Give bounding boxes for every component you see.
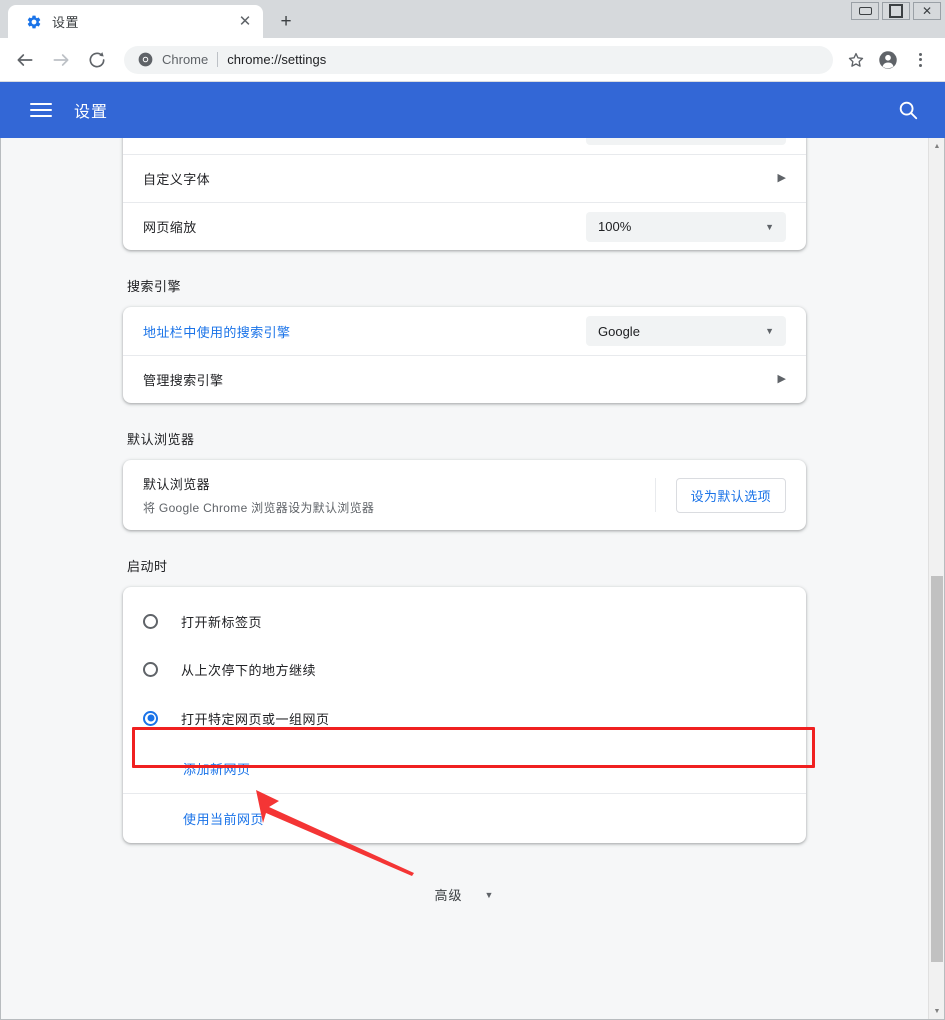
address-bar-search-engine-row[interactable]: 地址栏中使用的搜索引擎 Google ▼	[123, 307, 806, 355]
window-controls: ✕	[851, 2, 941, 20]
manage-search-engines-row[interactable]: 管理搜索引擎 ▶	[123, 355, 806, 403]
default-browser-section: 默认浏览器 默认浏览器 将 Google Chrome 浏览器设为默认浏览器 设…	[123, 403, 806, 530]
radio-unchecked-icon[interactable]	[143, 662, 158, 677]
minimize-button[interactable]	[851, 2, 879, 20]
omnibox-divider	[217, 52, 218, 67]
startup-option-new-tab[interactable]: 打开新标签页	[123, 587, 806, 645]
startup-card: 打开新标签页 从上次停下的地方继续 打开特定网页或一组网页 添加新网页 使用当前…	[123, 587, 806, 843]
three-dot-menu-icon[interactable]	[905, 45, 935, 75]
set-as-default-button[interactable]: 设为默认选项	[676, 478, 786, 513]
chevron-right-icon: ▶	[778, 374, 786, 385]
omnibox-url-text: chrome://settings	[227, 52, 326, 67]
back-icon[interactable]	[10, 45, 40, 75]
address-bar-search-engine-label: 地址栏中使用的搜索引擎	[143, 322, 290, 341]
default-browser-texts: 默认浏览器 将 Google Chrome 浏览器设为默认浏览器	[143, 474, 655, 516]
chevron-down-icon: ▼	[765, 222, 774, 232]
search-engine-select[interactable]: Google ▼	[586, 316, 786, 346]
customize-fonts-label: 自定义字体	[143, 169, 210, 188]
search-engine-section: 搜索引擎 地址栏中使用的搜索引擎 Google ▼ 管理搜索引擎	[123, 250, 806, 403]
chevron-down-icon: ▼	[765, 326, 774, 336]
bookmark-star-icon[interactable]	[841, 45, 871, 75]
use-current-pages-link[interactable]: 使用当前网页	[123, 793, 806, 843]
chrome-logo-icon	[138, 52, 153, 67]
search-engine-section-title: 搜索引擎	[123, 276, 806, 307]
chevron-right-icon: ▶	[778, 173, 786, 184]
omnibox-scheme-label: Chrome	[162, 52, 208, 67]
scrollbar-up-icon[interactable]: ▲	[929, 138, 945, 154]
vertical-divider	[655, 478, 656, 512]
default-browser-row-subtitle: 将 Google Chrome 浏览器设为默认浏览器	[143, 499, 655, 516]
page-zoom-value: 100%	[598, 219, 631, 234]
settings-inner-column: 字号 中（推荐） ▼ 自定义字体 ▶ 网页缩放	[123, 138, 806, 904]
chevron-down-icon: ▼	[485, 890, 495, 900]
page-title: 设置	[74, 98, 108, 122]
reload-icon[interactable]	[82, 45, 112, 75]
settings-content-area: 字号 中（推荐） ▼ 自定义字体 ▶ 网页缩放	[0, 138, 945, 1020]
new-tab-button[interactable]: +	[271, 6, 301, 36]
scrollbar-thumb[interactable]	[931, 576, 943, 962]
startup-section: 启动时 打开新标签页 从上次停下的地方继续 打开特定网页或一组网页	[123, 530, 806, 843]
search-icon[interactable]	[897, 99, 919, 121]
advanced-toggle[interactable]: 高级 ▼	[123, 843, 806, 904]
search-engine-card: 地址栏中使用的搜索引擎 Google ▼ 管理搜索引擎 ▶	[123, 307, 806, 403]
browser-toolbar: Chrome chrome://settings	[0, 38, 945, 82]
page-zoom-row[interactable]: 网页缩放 100% ▼	[123, 202, 806, 250]
font-size-row[interactable]: 字号 中（推荐） ▼	[123, 138, 806, 154]
tab-strip: 设置 ✕ + ✕	[0, 0, 945, 38]
startup-option-continue[interactable]: 从上次停下的地方继续	[123, 645, 806, 693]
font-size-select[interactable]: 中（推荐） ▼	[586, 138, 786, 145]
radio-checked-icon[interactable]	[143, 711, 158, 726]
default-browser-row: 默认浏览器 将 Google Chrome 浏览器设为默认浏览器 设为默认选项	[123, 460, 806, 530]
startup-option-label: 打开新标签页	[181, 612, 262, 631]
startup-section-title: 启动时	[123, 556, 806, 587]
address-bar[interactable]: Chrome chrome://settings	[124, 46, 833, 74]
profile-avatar-icon[interactable]	[873, 45, 903, 75]
forward-icon	[46, 45, 76, 75]
default-browser-row-title: 默认浏览器	[143, 474, 655, 493]
browser-window: 设置 ✕ + ✕ Chrome	[0, 0, 945, 1020]
customize-fonts-row[interactable]: 自定义字体 ▶	[123, 154, 806, 202]
vertical-scrollbar[interactable]: ▲ ▼	[928, 138, 944, 1019]
search-engine-value: Google	[598, 324, 640, 339]
startup-option-label: 从上次停下的地方继续	[181, 660, 316, 679]
appearance-card: 字号 中（推荐） ▼ 自定义字体 ▶ 网页缩放	[123, 138, 806, 250]
close-window-button[interactable]: ✕	[913, 2, 941, 20]
tab-title: 设置	[52, 12, 235, 31]
add-new-page-link[interactable]: 添加新网页	[123, 743, 806, 793]
page-zoom-select[interactable]: 100% ▼	[586, 212, 786, 242]
browser-tab-settings[interactable]: 设置 ✕	[8, 5, 263, 38]
startup-option-specific-pages[interactable]: 打开特定网页或一组网页	[123, 693, 806, 743]
advanced-label: 高级	[435, 885, 463, 904]
gear-icon	[26, 14, 42, 30]
hamburger-icon[interactable]	[30, 99, 52, 121]
font-size-label: 字号	[143, 138, 170, 140]
manage-search-engines-label: 管理搜索引擎	[143, 370, 223, 389]
default-browser-card: 默认浏览器 将 Google Chrome 浏览器设为默认浏览器 设为默认选项	[123, 460, 806, 530]
tab-close-icon[interactable]: ✕	[235, 12, 255, 32]
page-zoom-label: 网页缩放	[143, 217, 197, 236]
maximize-button[interactable]	[882, 2, 910, 20]
settings-top-bar: 设置	[0, 82, 945, 138]
startup-option-label: 打开特定网页或一组网页	[181, 709, 330, 728]
default-browser-section-title: 默认浏览器	[123, 429, 806, 460]
settings-scroll-region: 字号 中（推荐） ▼ 自定义字体 ▶ 网页缩放	[1, 138, 928, 1019]
scrollbar-down-icon[interactable]: ▼	[929, 1003, 945, 1019]
font-size-value: 中（推荐）	[598, 138, 663, 140]
radio-unchecked-icon[interactable]	[143, 614, 158, 629]
